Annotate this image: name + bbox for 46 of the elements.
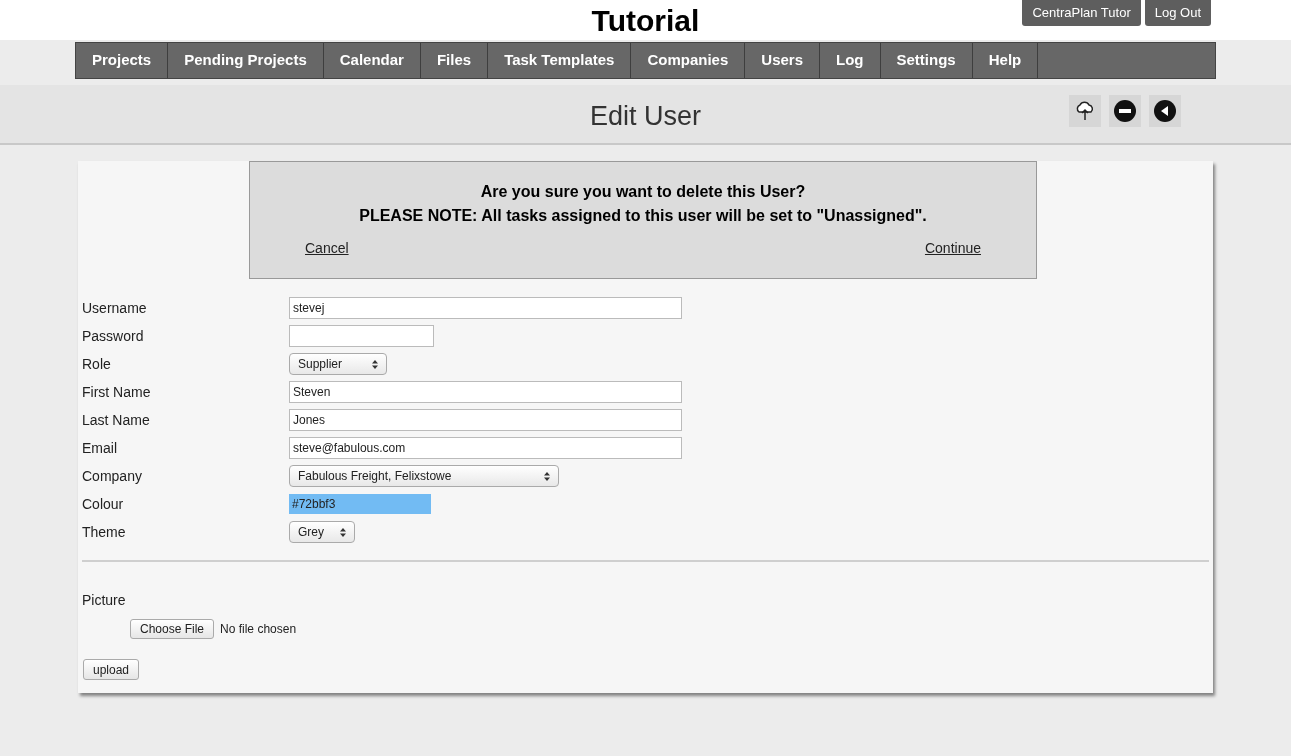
nav-tab[interactable]: Users — [745, 43, 820, 78]
dialog-note: PLEASE NOTE: All tasks assigned to this user will be set to "Unassigned". — [359, 206, 927, 226]
cloud-upload-icon[interactable] — [1069, 95, 1101, 127]
field-label: Last Name — [82, 410, 151, 430]
choose-file-button[interactable]: Choose File — [130, 619, 215, 639]
dropdown-field[interactable]: Fabulous Freight, Felixstowe — [289, 465, 559, 487]
field-label: Password — [82, 326, 145, 346]
nav-tab[interactable]: Settings — [880, 43, 973, 78]
upload-button[interactable]: upload — [83, 659, 140, 680]
text-field[interactable] — [289, 325, 434, 347]
field-label: Email — [82, 438, 118, 458]
nav-tab[interactable]: Task Templates — [488, 43, 632, 78]
select-arrows-icon — [544, 471, 550, 481]
cancel-link[interactable]: Cancel — [305, 238, 349, 259]
nav-tab[interactable]: Log — [820, 43, 881, 78]
nav-tab[interactable]: Companies — [631, 43, 746, 78]
nav-tab[interactable]: Pending Projects — [168, 43, 324, 78]
field-label: Theme — [82, 522, 127, 542]
field-label: Role — [82, 354, 112, 374]
dialog-question: Are you sure you want to delete this User? — [480, 182, 806, 202]
text-field[interactable]: Jones — [289, 409, 682, 431]
field-label: Company — [82, 466, 143, 486]
select-arrows-icon — [372, 359, 378, 369]
text-field[interactable]: stevej — [289, 297, 682, 319]
header-button[interactable]: Log Out — [1144, 0, 1211, 26]
file-status: No file chosen — [220, 621, 297, 638]
dropdown-field[interactable]: Supplier — [289, 353, 387, 375]
nav-tab[interactable]: Files — [420, 43, 489, 78]
colour-field[interactable]: #72bbf3 — [289, 494, 431, 514]
continue-link[interactable]: Continue — [924, 238, 981, 259]
nav-tab[interactable]: Calendar — [323, 43, 421, 78]
dropdown-field[interactable]: Grey — [289, 521, 355, 543]
field-label: First Name — [82, 382, 152, 402]
header-button[interactable]: CentraPlan Tutor — [1022, 0, 1141, 26]
site-title: Tutorial — [591, 2, 700, 39]
text-field[interactable]: Steven — [289, 381, 682, 403]
page-title: Edit User — [589, 99, 701, 133]
picture-label: Picture — [82, 591, 127, 610]
select-arrows-icon — [340, 527, 346, 537]
field-label: Username — [82, 298, 148, 318]
back-icon[interactable] — [1149, 95, 1181, 127]
text-field[interactable]: steve@fabulous.com — [289, 437, 682, 459]
nav-tab[interactable]: Help — [972, 43, 1039, 78]
nav-tab[interactable]: Projects — [76, 43, 169, 78]
delete-icon[interactable] — [1109, 95, 1141, 127]
field-label: Colour — [82, 494, 125, 514]
